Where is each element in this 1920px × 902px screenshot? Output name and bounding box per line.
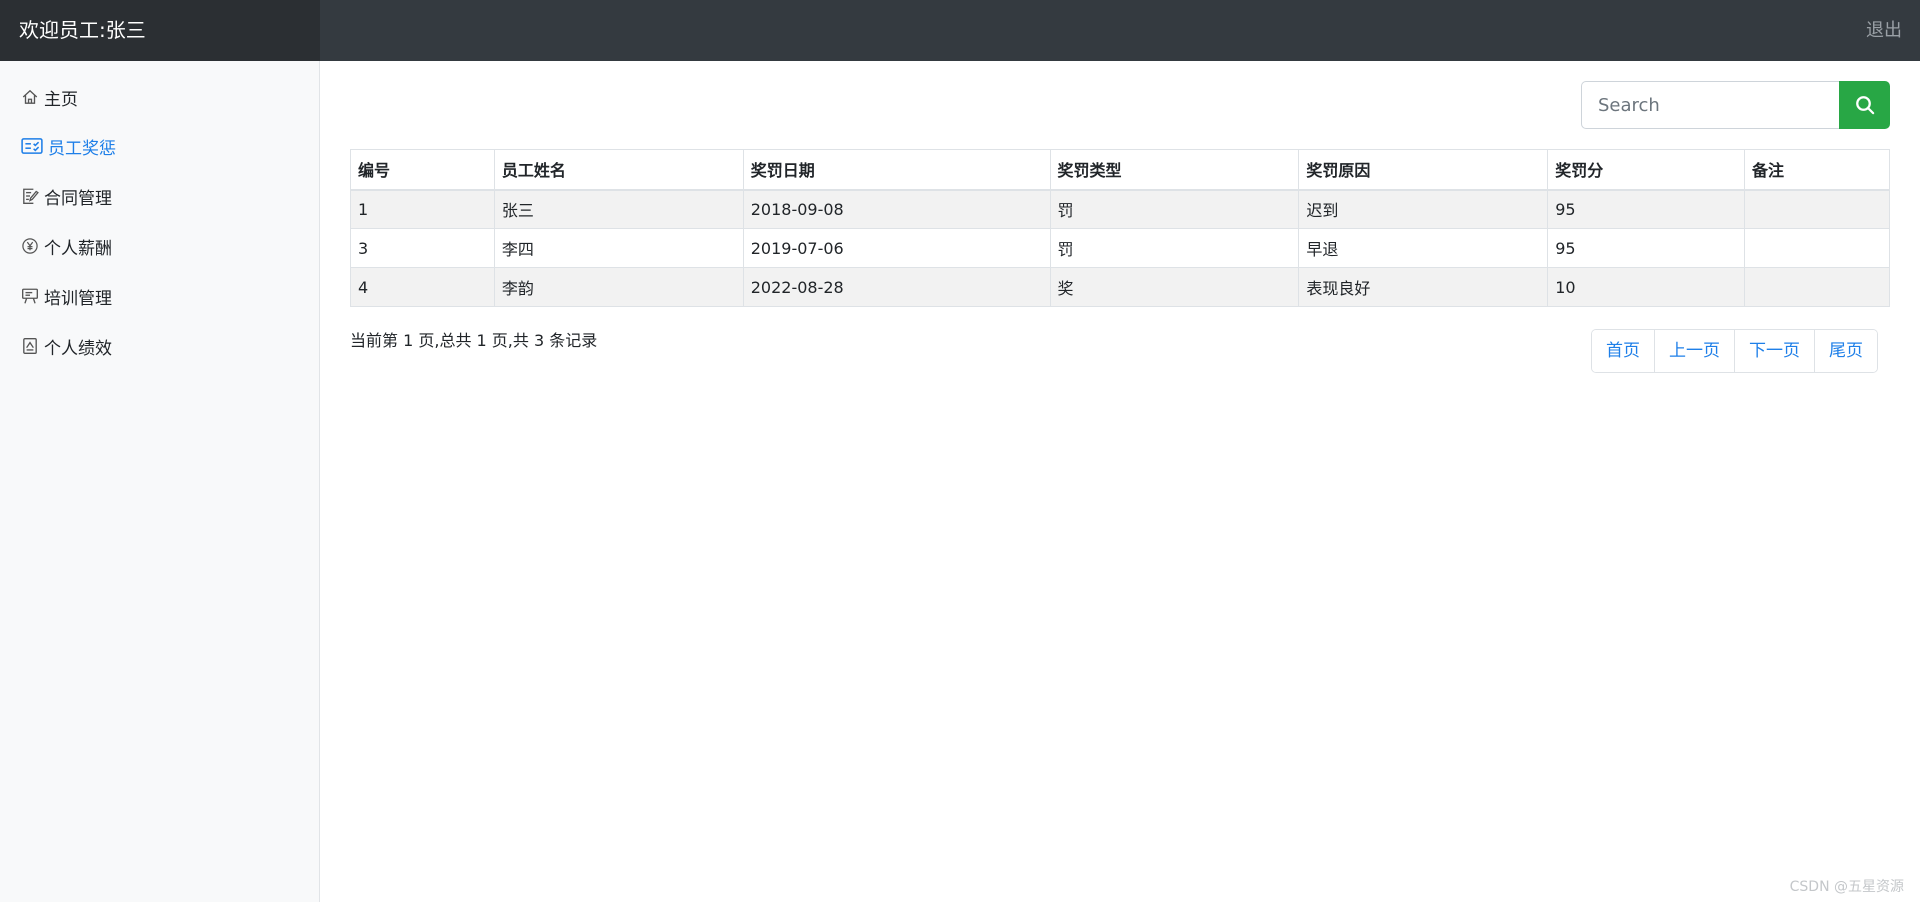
yen-circle-icon [20, 236, 40, 256]
checklist-icon [20, 136, 44, 156]
column-header-remark: 备注 [1744, 149, 1890, 191]
cell-remark [1744, 189, 1890, 229]
welcome-brand: 欢迎员工:张三 [0, 0, 320, 61]
cell-score: 95 [1547, 228, 1746, 268]
search-icon [1855, 95, 1875, 115]
table-row: 1 张三 2018-09-08 罚 迟到 95 [350, 189, 1890, 229]
sidebar-item-label: 员工奖惩 [48, 138, 116, 159]
sidebar-item-rewards-penalties[interactable]: 员工奖惩 [20, 131, 116, 161]
performance-document-icon [20, 336, 40, 356]
cell-name: 李韵 [493, 267, 744, 307]
table-header-row: 编号 员工姓名 奖罚日期 奖罚类型 奖罚原因 奖罚分 备注 [350, 149, 1890, 191]
sidebar-item-training[interactable]: 培训管理 [20, 281, 112, 311]
search-form [1581, 81, 1890, 129]
cell-reason: 早退 [1298, 228, 1549, 268]
sidebar-item-contracts[interactable]: 合同管理 [20, 181, 112, 211]
presentation-icon [20, 286, 40, 306]
table-row: 3 李四 2019-07-06 罚 早退 95 [350, 228, 1890, 268]
prev-page-button[interactable]: 上一页 [1654, 330, 1734, 372]
cell-score: 95 [1547, 189, 1746, 229]
cell-id: 4 [350, 267, 495, 307]
pagination-info: 当前第 1 页,总共 1 页,共 3 条记录 [350, 331, 598, 350]
sidebar-item-label: 培训管理 [44, 288, 112, 309]
cell-reason: 迟到 [1298, 189, 1549, 229]
cell-id: 3 [350, 228, 495, 268]
search-input[interactable] [1581, 81, 1839, 129]
last-page-button[interactable]: 尾页 [1814, 330, 1877, 372]
sidebar-item-salary[interactable]: 个人薪酬 [20, 231, 112, 261]
logout-link[interactable]: 退出 [1866, 0, 1902, 61]
column-header-name: 员工姓名 [493, 149, 744, 191]
main-content: 编号 员工姓名 奖罚日期 奖罚类型 奖罚原因 奖罚分 备注 1 张三 2018-… [320, 61, 1920, 902]
column-header-score: 奖罚分 [1547, 149, 1746, 191]
first-page-button[interactable]: 首页 [1592, 330, 1654, 372]
table-row: 4 李韵 2022-08-28 奖 表现良好 10 [350, 267, 1890, 307]
cell-date: 2019-07-06 [742, 228, 1051, 268]
next-page-button[interactable]: 下一页 [1734, 330, 1814, 372]
sidebar-item-performance[interactable]: 个人绩效 [20, 331, 112, 361]
cell-type: 罚 [1049, 228, 1300, 268]
sidebar-item-label: 合同管理 [44, 188, 112, 209]
cell-score: 10 [1547, 267, 1746, 307]
search-button[interactable] [1839, 81, 1890, 129]
cell-remark [1744, 228, 1890, 268]
top-navbar: 欢迎员工:张三 退出 [0, 0, 1920, 61]
cell-reason: 表现良好 [1298, 267, 1549, 307]
cell-id: 1 [350, 189, 495, 229]
column-header-date: 奖罚日期 [742, 149, 1051, 191]
column-header-id: 编号 [350, 149, 495, 191]
sidebar-item-label: 主页 [44, 89, 78, 110]
rewards-penalties-table: 编号 员工姓名 奖罚日期 奖罚类型 奖罚原因 奖罚分 备注 1 张三 2018-… [350, 149, 1890, 307]
cell-name: 张三 [493, 189, 744, 229]
sidebar-item-label: 个人薪酬 [44, 238, 112, 259]
cell-date: 2022-08-28 [742, 267, 1051, 307]
column-header-reason: 奖罚原因 [1298, 149, 1549, 191]
column-header-type: 奖罚类型 [1049, 149, 1300, 191]
sidebar-item-label: 个人绩效 [44, 338, 112, 359]
sidebar: 主页 员工奖惩 合同管理 个人薪酬 培训管理 个人绩效 [0, 61, 320, 902]
cell-type: 奖 [1049, 267, 1300, 307]
home-icon [20, 87, 40, 107]
sidebar-item-home[interactable]: 主页 [20, 82, 78, 112]
cell-date: 2018-09-08 [742, 189, 1051, 229]
edit-document-icon [20, 186, 40, 206]
watermark: CSDN @五星资源 [1789, 879, 1904, 895]
pagination: 首页 上一页 下一页 尾页 [1591, 329, 1878, 373]
cell-remark [1744, 267, 1890, 307]
cell-name: 李四 [493, 228, 744, 268]
cell-type: 罚 [1049, 189, 1300, 229]
